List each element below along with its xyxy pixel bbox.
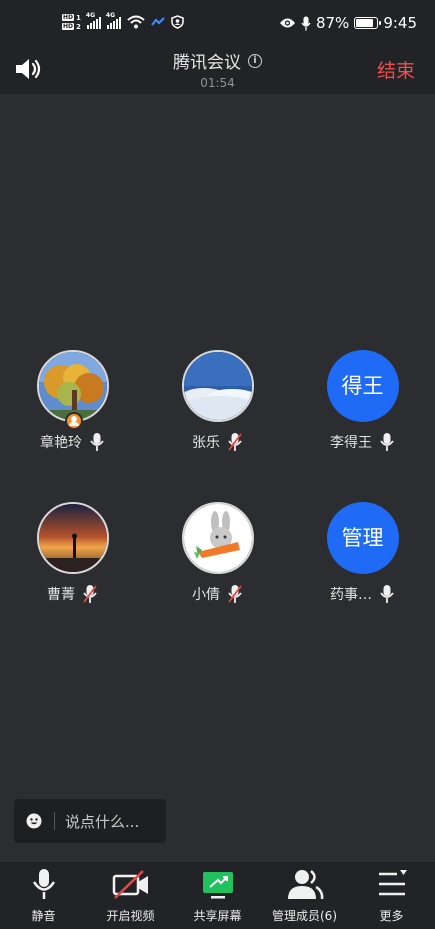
cloud-icon xyxy=(151,17,165,26)
bottom-toolbar: 静音 开启视频 共享屏幕 管理成员(6) 更多 xyxy=(0,862,435,929)
video-off-icon xyxy=(112,870,148,899)
participant-tile[interactable]: 小倩 xyxy=(145,502,290,604)
battery-percent: 87% xyxy=(315,14,350,32)
toolbar-label: 开启视频 xyxy=(106,909,155,923)
participant-name: 小倩 xyxy=(192,587,220,603)
avatar xyxy=(36,502,109,574)
clock: 9:45 xyxy=(383,14,417,32)
toolbar-label: 共享屏幕 xyxy=(193,909,242,923)
toolbar-label: 静音 xyxy=(31,909,56,923)
meeting-timer: 01:54 xyxy=(200,76,235,90)
participant-tile[interactable]: 曹菁 xyxy=(0,502,145,604)
emoji-icon[interactable] xyxy=(26,813,42,829)
participant-tile[interactable]: 管理 药事… xyxy=(290,502,435,604)
eye-icon xyxy=(279,18,295,28)
wifi-icon xyxy=(127,15,145,29)
participant-name: 药事… xyxy=(330,587,372,603)
more-button[interactable]: 更多 xyxy=(348,862,435,929)
chat-placeholder: 说点什么... xyxy=(65,812,140,831)
toolbar-label: 更多 xyxy=(379,909,404,923)
manage-members-button[interactable]: 管理成员(6) xyxy=(261,862,348,929)
participant-tile[interactable]: 张乐 xyxy=(145,350,290,452)
hd-indicators: HD 1 HD 2 xyxy=(62,13,81,31)
start-video-button[interactable]: 开启视频 xyxy=(87,862,174,929)
status-right: 87% 9:45 xyxy=(279,13,417,33)
status-bar: HD 1 HD 2 4G 4G 87% 9:45 xyxy=(0,0,435,44)
chat-input[interactable]: 说点什么... xyxy=(14,799,166,843)
participant-tile[interactable]: 得王 李得王 xyxy=(290,350,435,452)
microphone-on-icon xyxy=(380,433,394,451)
more-menu-icon xyxy=(378,870,407,896)
sunset-silhouette-photo xyxy=(38,504,107,572)
participant-name: 章艳玲 xyxy=(40,435,82,451)
microphone-on-icon xyxy=(380,585,394,603)
microphone-muted-icon xyxy=(228,585,242,603)
share-screen-icon xyxy=(202,872,233,899)
share-screen-button[interactable]: 共享屏幕 xyxy=(174,862,261,929)
participant-name: 李得王 xyxy=(330,435,372,451)
participant-name: 曹菁 xyxy=(47,587,75,603)
microphone-icon xyxy=(32,869,55,899)
divider xyxy=(54,812,55,830)
info-icon[interactable]: i xyxy=(248,53,262,68)
participant-tile[interactable]: 章艳玲 xyxy=(0,350,145,452)
avatar xyxy=(181,350,254,422)
battery-icon xyxy=(354,17,382,29)
hd-badge: HD xyxy=(62,23,75,30)
avatar-text: 得王 xyxy=(326,350,399,422)
microphone-muted-icon xyxy=(83,585,97,603)
participant-name: 张乐 xyxy=(192,435,220,451)
signal-icon: 4G xyxy=(106,12,121,29)
signal-icon: 4G xyxy=(86,12,101,29)
clouds-photo xyxy=(183,352,252,420)
microphone-muted-icon xyxy=(228,433,242,451)
avatar-text: 管理 xyxy=(326,502,399,574)
status-left: HD 1 HD 2 4G 4G xyxy=(62,12,184,32)
title-block[interactable]: 腾讯会议 i 01:54 xyxy=(0,48,435,90)
shield-icon xyxy=(171,15,184,29)
meeting-screen: HD 1 HD 2 4G 4G 87% 9:45 腾讯会议 i 01:54 结束… xyxy=(0,0,435,929)
toolbar-label: 管理成员(6) xyxy=(272,909,337,923)
hd-badge: HD xyxy=(62,14,75,21)
avatar xyxy=(181,502,254,574)
meeting-title: 腾讯会议 xyxy=(173,53,241,73)
rabbit-carrot-cartoon xyxy=(183,504,252,572)
microphone-on-icon xyxy=(90,433,104,451)
mic-status-icon xyxy=(301,16,311,30)
mute-button[interactable]: 静音 xyxy=(0,862,87,929)
host-badge-icon xyxy=(64,412,83,430)
avatar xyxy=(36,350,109,430)
members-icon xyxy=(287,870,323,900)
meeting-header: 腾讯会议 i 01:54 结束 xyxy=(0,44,435,94)
end-meeting-button[interactable]: 结束 xyxy=(377,56,415,83)
